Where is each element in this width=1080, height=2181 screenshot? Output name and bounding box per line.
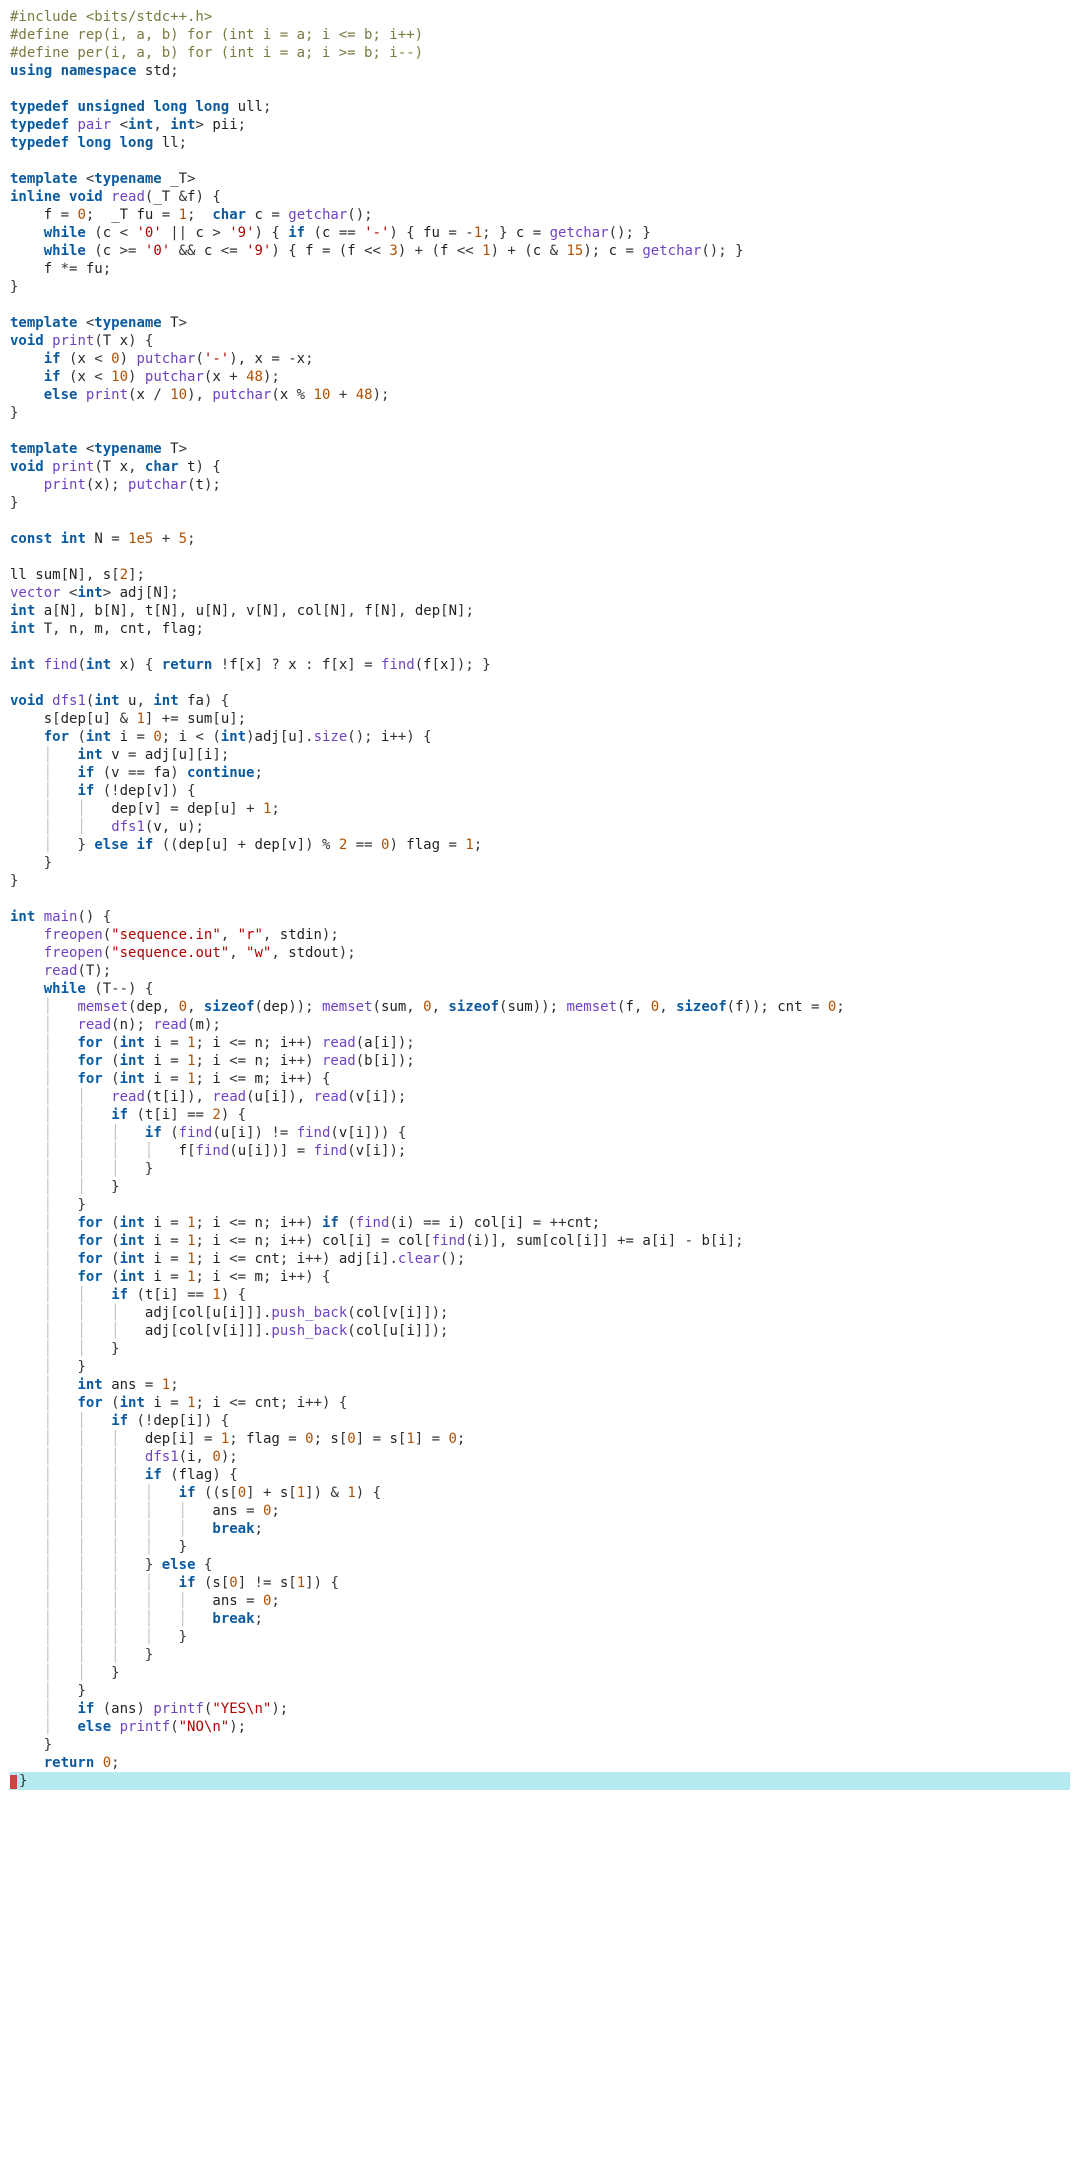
code-content: #include <bits/stdc++.h> #define rep(i, … bbox=[10, 9, 1070, 1789]
code-editor[interactable]: #include <bits/stdc++.h> #define rep(i, … bbox=[0, 0, 1080, 1798]
caret bbox=[10, 1775, 17, 1789]
cursor-line: } bbox=[10, 1772, 1070, 1790]
